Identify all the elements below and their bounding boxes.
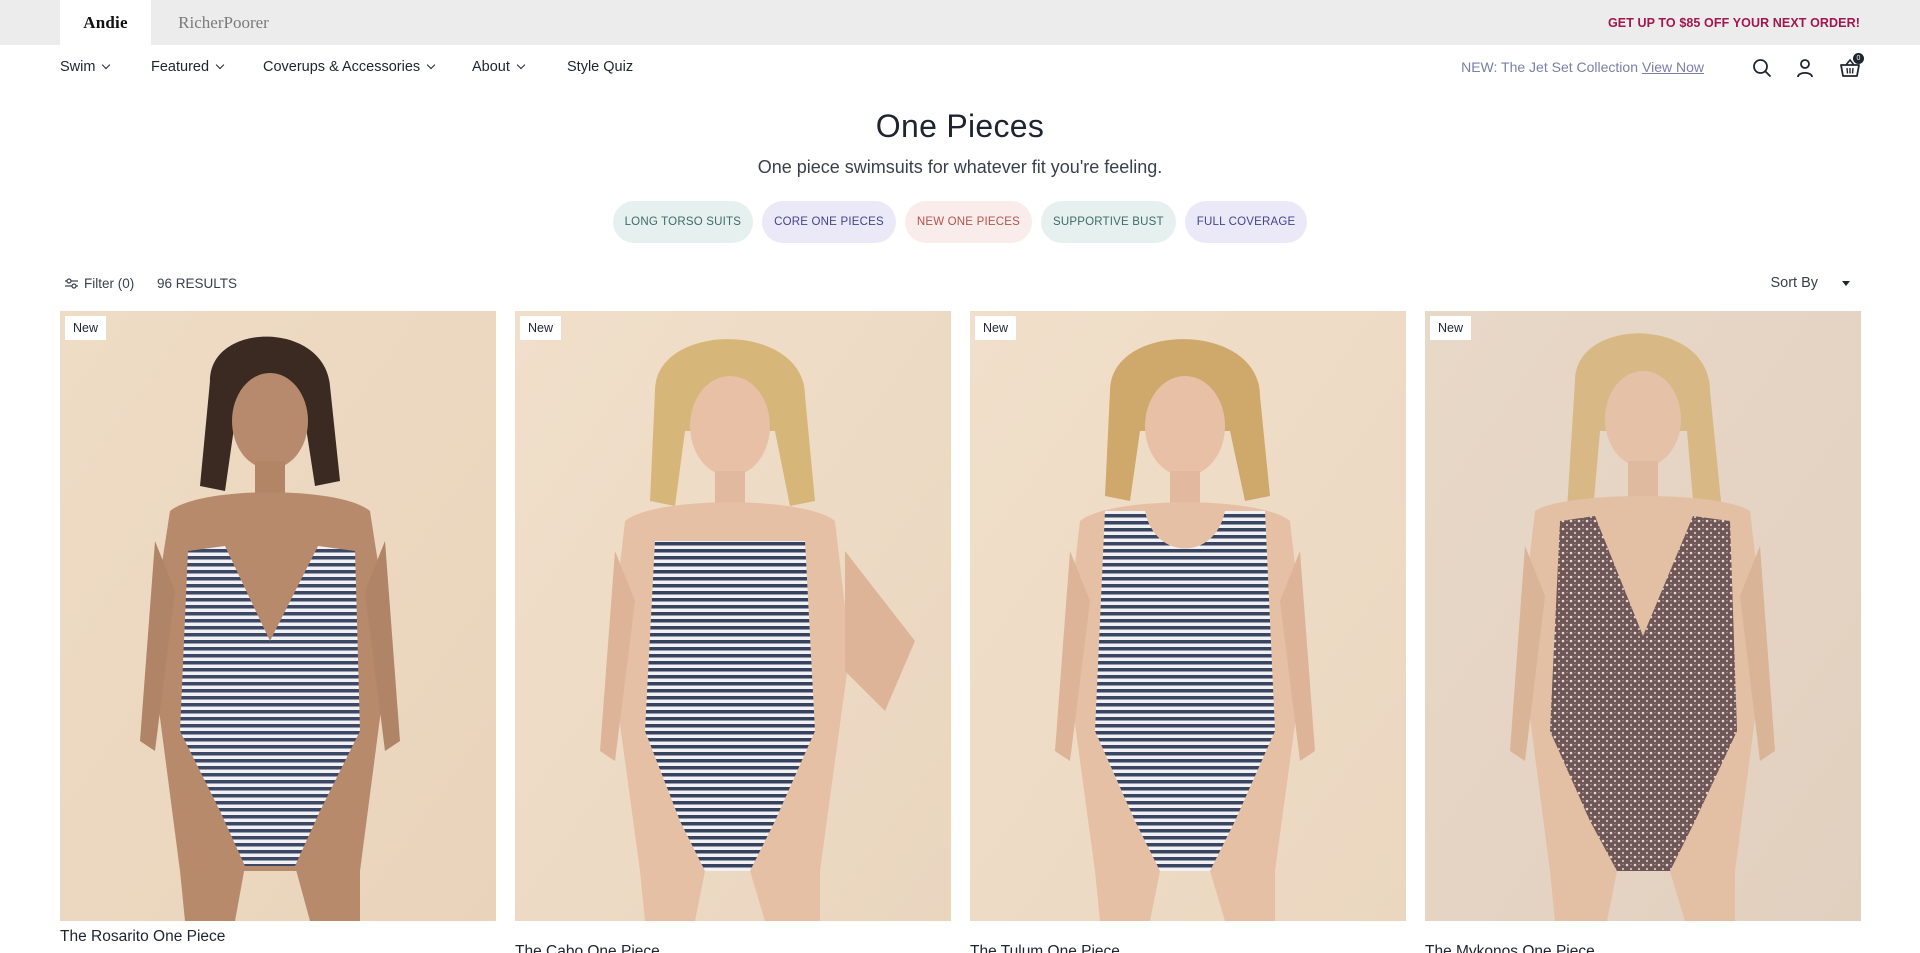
pill-supportive-bust[interactable]: SUPPORTIVE BUST	[1040, 201, 1176, 243]
new-badge: New	[1430, 316, 1472, 340]
pill-full-coverage[interactable]: FULL COVERAGE	[1184, 201, 1308, 243]
filter-label: Filter (0)	[84, 275, 135, 291]
results-toolbar: Filter (0) 96 RESULTS Sort By	[60, 272, 1860, 294]
product-name[interactable]: The Cabo One Piece	[515, 943, 660, 953]
nav-item-style-quiz[interactable]: Style Quiz	[567, 45, 633, 89]
pill-new-one-pieces[interactable]: NEW ONE PIECES	[904, 201, 1032, 243]
product-image[interactable]: New	[515, 311, 951, 921]
nav-item-label: Coverups & Accessories	[263, 59, 421, 75]
cart-count-badge: 0	[1853, 53, 1864, 64]
brand-bar: Andie RicherPoorer GET UP TO $85 OFF YOU…	[0, 0, 1920, 45]
product-name[interactable]: The Mykonos One Piece	[1425, 943, 1595, 953]
product-image[interactable]: New	[60, 311, 496, 921]
page-title: One Pieces	[875, 108, 1045, 144]
product-card: New The Mykonos One Piece	[1425, 311, 1861, 953]
nav-item-label: Featured	[151, 59, 210, 75]
chevron-down-icon	[426, 60, 436, 70]
results-count: 96 RESULTS	[157, 275, 238, 291]
promo-banner[interactable]: GET UP TO $85 OFF YOUR NEXT ORDER!	[1608, 0, 1860, 45]
account-icon[interactable]	[1793, 56, 1817, 80]
nav-item-featured[interactable]: Featured	[151, 45, 225, 89]
brand-tab-andie[interactable]: Andie	[60, 0, 151, 45]
page-subtitle: One piece swimsuits for whatever fit you…	[757, 157, 1163, 177]
product-name[interactable]: The Rosarito One Piece	[60, 928, 225, 946]
caret-down-icon	[1842, 280, 1850, 286]
nav-item-label: Swim	[60, 59, 96, 75]
nav-item-coverups-accessories[interactable]: Coverups & Accessories	[263, 45, 436, 89]
nav-item-label: Style Quiz	[567, 59, 634, 75]
pill-long-torso-suits[interactable]: LONG TORSO SUITS	[612, 201, 754, 243]
product-image[interactable]: New	[970, 311, 1406, 921]
pill-core-one-pieces[interactable]: CORE ONE PIECES	[762, 201, 896, 243]
announcement-text: NEW: The Jet Set Collection	[1461, 59, 1638, 75]
view-now-link[interactable]: View Now	[1642, 59, 1704, 75]
brand-tab-richerpoorer[interactable]: RicherPoorer	[151, 0, 296, 45]
product-image[interactable]: New	[1425, 311, 1861, 921]
chevron-down-icon	[215, 60, 225, 70]
product-card: New The Rosarito One Piece	[60, 311, 496, 945]
chevron-down-icon	[516, 60, 526, 70]
filter-sliders-icon	[65, 277, 78, 289]
sort-by-label: Sort By	[1770, 275, 1818, 291]
sort-by-dropdown[interactable]: Sort By	[1770, 272, 1850, 294]
filter-button[interactable]: Filter (0)	[65, 272, 134, 294]
new-badge: New	[975, 316, 1017, 340]
new-badge: New	[65, 316, 107, 340]
nav-item-about[interactable]: About	[472, 45, 526, 89]
product-card: New The Cabo One Piece	[515, 311, 951, 953]
basket-icon[interactable]: 0	[1838, 53, 1864, 80]
product-card: New The Tulum One Piece	[970, 311, 1406, 953]
product-name[interactable]: The Tulum One Piece	[970, 943, 1120, 953]
announcement: NEW: The Jet Set Collection View Now	[1461, 45, 1704, 89]
main-nav: Swim Featured Coverups & Accessories Abo…	[0, 45, 1920, 89]
new-badge: New	[520, 316, 562, 340]
nav-item-label: About	[472, 59, 510, 75]
category-pills: LONG TORSO SUITS CORE ONE PIECES NEW ONE…	[0, 201, 1920, 243]
search-icon[interactable]	[1750, 56, 1774, 80]
chevron-down-icon	[102, 60, 111, 70]
nav-item-swim[interactable]: Swim	[60, 45, 111, 89]
